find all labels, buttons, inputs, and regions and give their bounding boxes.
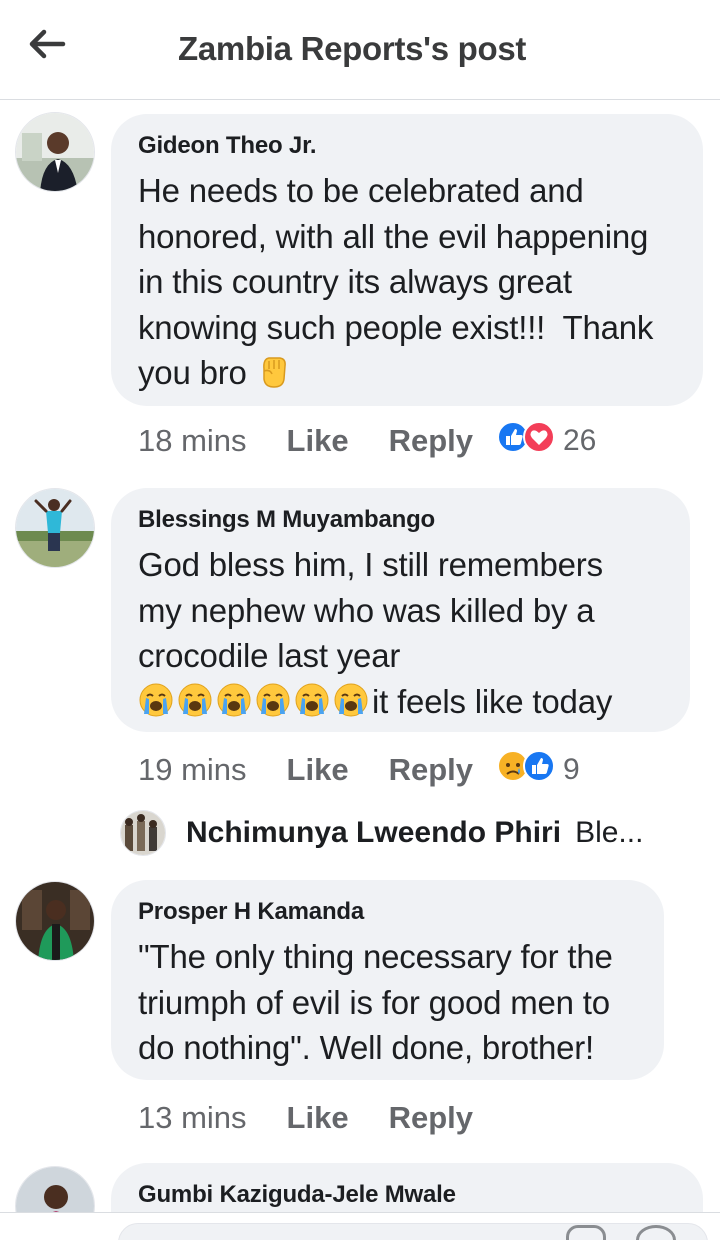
- like-button[interactable]: Like: [287, 1100, 349, 1136]
- comment-actions: 13 mins Like Reply: [138, 1098, 473, 1138]
- comment-input[interactable]: [118, 1223, 708, 1240]
- avatar[interactable]: [15, 112, 95, 192]
- reaction-summary[interactable]: 9: [497, 750, 580, 790]
- comment-author[interactable]: Blessings M Muyambango: [138, 506, 664, 534]
- arrow-left-icon: [28, 29, 66, 64]
- like-button[interactable]: Like: [287, 752, 349, 788]
- reply-thread-preview[interactable]: Nchimunya Lweendo Phiri Ble...: [120, 808, 643, 858]
- loudly-crying-face-icon: [255, 682, 291, 730]
- back-button[interactable]: [22, 26, 72, 66]
- crying-emoji-group: [138, 683, 372, 720]
- reply-author[interactable]: Nchimunya Lweendo Phiri: [186, 816, 561, 850]
- love-reaction-icon: [523, 421, 555, 461]
- reaction-count: 26: [563, 424, 597, 457]
- page-title: Zambia Reports's post: [178, 30, 527, 67]
- sticker-icon[interactable]: [566, 1225, 606, 1240]
- reaction-count: 9: [563, 753, 580, 786]
- comment-author[interactable]: Prosper H Kamanda: [138, 898, 638, 926]
- avatar[interactable]: [15, 881, 95, 961]
- post-header: Zambia Reports's post: [0, 0, 720, 100]
- comment-bubble: Prosper H Kamanda "The only thing necess…: [111, 880, 664, 1080]
- comment-composer: [0, 1212, 720, 1240]
- loudly-crying-face-icon: [177, 682, 213, 730]
- comment-text: "The only thing necessary for the triump…: [138, 938, 613, 1066]
- like-reaction-icon: [523, 750, 555, 790]
- comment-timestamp[interactable]: 13 mins: [138, 1100, 247, 1136]
- comment-author[interactable]: Gumbi Kaziguda-Jele Mwale: [138, 1181, 677, 1209]
- comment-bubble: Gideon Theo Jr. He needs to be celebrate…: [111, 114, 703, 406]
- avatar[interactable]: [15, 488, 95, 568]
- loudly-crying-face-icon: [138, 682, 174, 730]
- loudly-crying-face-icon: [294, 682, 330, 730]
- like-button[interactable]: Like: [287, 423, 349, 459]
- avatar[interactable]: [120, 810, 166, 856]
- loudly-crying-face-icon: [333, 682, 369, 730]
- comment-text: He needs to be celebrated and honored, w…: [138, 168, 677, 401]
- reply-button[interactable]: Reply: [389, 423, 473, 459]
- comment-text: God bless him, I still remembers my neph…: [138, 542, 664, 729]
- reaction-summary[interactable]: 26: [497, 421, 596, 461]
- comment-timestamp[interactable]: 19 mins: [138, 752, 247, 788]
- comment-timestamp[interactable]: 18 mins: [138, 423, 247, 459]
- reply-snippet: Ble...: [575, 816, 644, 849]
- comment-bubble: Blessings M Muyambango God bless him, I …: [111, 488, 690, 732]
- raised-fist-icon: [256, 353, 290, 401]
- loudly-crying-face-icon: [216, 682, 252, 730]
- comment-actions: 19 mins Like Reply 9: [138, 750, 580, 790]
- reply-button[interactable]: Reply: [389, 752, 473, 788]
- comment-actions: 18 mins Like Reply 26: [138, 421, 596, 461]
- reply-button[interactable]: Reply: [389, 1100, 473, 1136]
- comment-author[interactable]: Gideon Theo Jr.: [138, 132, 677, 160]
